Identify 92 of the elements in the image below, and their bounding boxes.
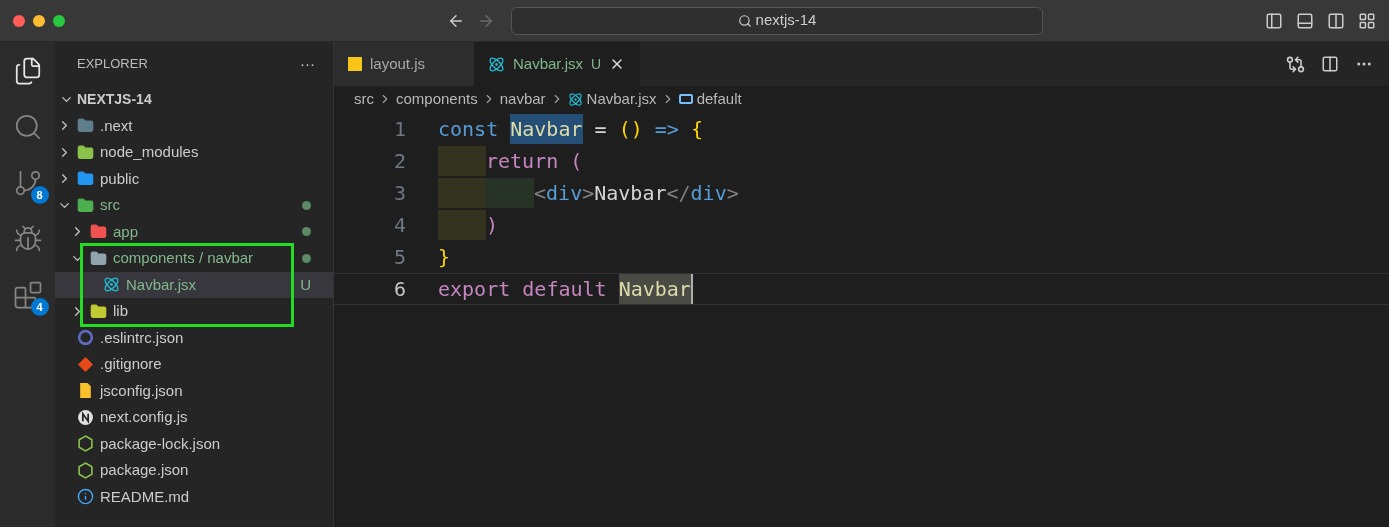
tree-label: node_modules — [100, 142, 199, 162]
git-status: U — [591, 54, 602, 74]
breadcrumb[interactable]: navbar — [499, 87, 546, 111]
tab-label: layout.js — [370, 53, 426, 74]
folder-icon — [77, 117, 94, 135]
split-layout-icon[interactable] — [1327, 11, 1345, 30]
tree-label: .eslintrc.json — [100, 327, 184, 348]
symbol-icon — [678, 94, 693, 104]
folder-icon — [90, 223, 107, 241]
editor-tab[interactable]: Navbar.jsx U — [474, 42, 640, 86]
code-text: } — [438, 244, 451, 271]
code-text: export default Navbar — [438, 274, 693, 304]
compare-changes-icon[interactable] — [1286, 54, 1305, 74]
info-icon — [77, 488, 94, 506]
folder-icon — [77, 170, 94, 188]
tree-row[interactable]: public — [55, 165, 333, 192]
tree-label: src — [100, 195, 120, 215]
line-number: 4 — [392, 212, 406, 239]
project-name: NEXTJS-14 — [77, 89, 152, 109]
search-icon — [737, 13, 752, 28]
tree-label: .gitignore — [100, 354, 162, 374]
circle-icon — [77, 329, 94, 347]
sidebar-toggle-icon[interactable] — [1265, 11, 1283, 30]
tree-label: Navbar.jsx — [126, 274, 197, 295]
tree-row[interactable]: package.json — [55, 457, 333, 484]
letter-n-icon — [77, 408, 94, 426]
tree-label: lib — [113, 301, 128, 321]
panel-title: EXPLORER — [77, 55, 148, 74]
command-search-field[interactable]: nextjs-14 — [511, 6, 1043, 35]
tree-row[interactable]: jsconfig.json — [55, 377, 333, 404]
tree-label: next.config.js — [100, 407, 188, 427]
count-badge: 8 — [30, 186, 49, 204]
panel-toggle-icon[interactable] — [1296, 11, 1314, 30]
tree-row[interactable]: .next — [55, 112, 333, 139]
breadcrumb[interactable]: default — [696, 87, 742, 111]
git-status: U — [300, 274, 311, 295]
hexagon-icon — [77, 461, 94, 479]
text-cursor — [690, 274, 693, 304]
breadcrumb[interactable]: src — [354, 87, 374, 111]
tree-row[interactable]: components / navbar — [55, 245, 333, 272]
split-editor-icon[interactable] — [1321, 55, 1339, 73]
folder-icon — [90, 249, 107, 267]
breadcrumb[interactable]: Navbar.jsx — [586, 87, 657, 111]
debug-icon[interactable] — [12, 224, 43, 254]
tree-label: components / navbar — [113, 248, 254, 268]
search-text: nextjs-14 — [755, 10, 817, 31]
document-icon — [77, 382, 94, 400]
tree-label: public — [100, 168, 140, 189]
code-text: ) — [486, 212, 499, 239]
js-file-icon — [348, 57, 362, 71]
tree-row[interactable]: lib — [55, 298, 333, 325]
line-number: 2 — [392, 148, 406, 175]
tree-row[interactable]: node_modules — [55, 139, 333, 166]
atom-icon — [103, 276, 120, 294]
folder-icon — [77, 196, 94, 214]
layout-icon[interactable] — [1358, 11, 1376, 30]
line-number: 5 — [392, 244, 406, 271]
tree-label: README.md — [100, 486, 190, 507]
line-number: 6 — [392, 276, 406, 303]
maximize-window-icon[interactable] — [53, 14, 65, 27]
code-text: const Navbar = () => { — [438, 114, 703, 144]
tree-row[interactable]: NEXTJS-14 — [55, 86, 333, 113]
close-window-icon[interactable] — [13, 14, 25, 27]
tree-row[interactable]: Navbar.jsx U — [55, 271, 333, 298]
tree-label: .next — [100, 115, 133, 136]
tree-row[interactable]: README.md — [55, 483, 333, 510]
tree-label: jsconfig.json — [100, 380, 183, 401]
tree-label: app — [113, 221, 139, 242]
line-number: 1 — [392, 116, 406, 143]
atom-icon — [488, 55, 505, 73]
editor-tab[interactable]: layout.js — [334, 42, 474, 86]
tree-row[interactable]: .gitignore — [55, 351, 333, 378]
tree-row[interactable]: next.config.js — [55, 404, 333, 431]
folder-icon — [77, 143, 94, 161]
folder-icon — [90, 302, 107, 320]
line-number: 3 — [392, 180, 406, 207]
minimize-window-icon[interactable] — [33, 14, 45, 27]
hexagon-icon — [77, 435, 94, 453]
tree-row[interactable]: app — [55, 218, 333, 245]
tree-label: package.json — [100, 460, 189, 480]
more-actions[interactable]: ··· — [300, 52, 315, 76]
code-text: return ( — [486, 148, 583, 175]
extensions-icon[interactable] — [12, 280, 43, 310]
tree-row[interactable]: .eslintrc.json — [55, 324, 333, 351]
breadcrumb[interactable]: components — [396, 87, 478, 111]
atom-icon — [567, 91, 583, 107]
tree-row[interactable]: src — [55, 192, 333, 219]
tree-row[interactable]: package-lock.json — [55, 430, 333, 457]
code-text: <div>Navbar</div> — [534, 180, 739, 207]
count-badge: 4 — [30, 298, 49, 316]
tab-label: Navbar.jsx — [513, 53, 584, 74]
tree-label: package-lock.json — [100, 433, 221, 454]
